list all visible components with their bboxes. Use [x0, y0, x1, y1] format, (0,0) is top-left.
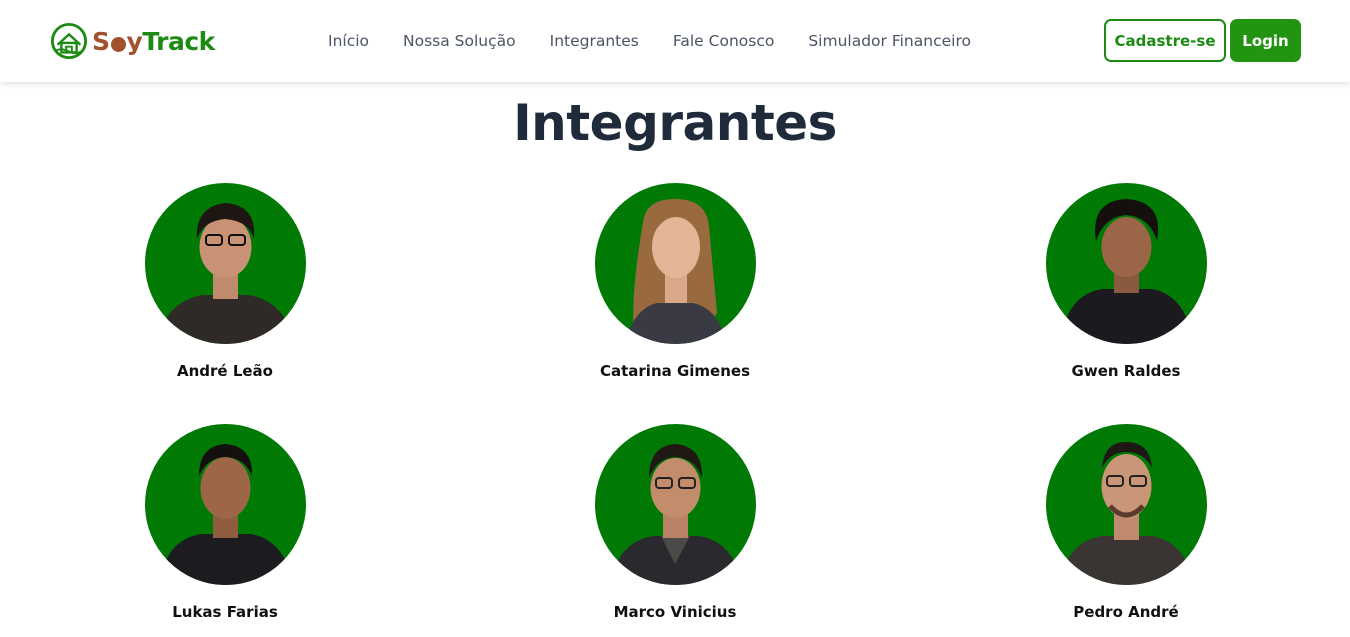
member-name: Catarina Gimenes	[599, 362, 751, 380]
member-card: Lukas Farias	[75, 424, 375, 621]
member-name: Lukas Farias	[172, 603, 278, 621]
member-card: Gwen Raldes	[976, 183, 1276, 380]
member-photo	[1045, 183, 1207, 344]
brand-name: S y Track	[92, 27, 215, 56]
member-photo	[144, 424, 306, 585]
member-card: Pedro André	[976, 424, 1276, 621]
farm-globe-icon	[50, 22, 88, 60]
nav-link-nossa-solucao[interactable]: Nossa Solução	[403, 32, 516, 50]
main-nav: Início Nossa Solução Integrantes Fale Co…	[318, 0, 988, 82]
nav-link-integrantes[interactable]: Integrantes	[550, 32, 639, 50]
brand-name-soy-y: y	[126, 26, 143, 56]
member-photo	[594, 424, 756, 585]
member-name: Gwen Raldes	[1071, 362, 1181, 380]
login-button[interactable]: Login	[1230, 19, 1301, 62]
page-title: Integrantes	[513, 94, 837, 152]
member-card: Marco Vinicius	[525, 424, 825, 621]
member-photo	[594, 183, 756, 344]
member-card: André Leão	[75, 183, 375, 380]
logo[interactable]: S y Track	[50, 20, 215, 62]
member-name: Pedro André	[1073, 603, 1179, 621]
soybean-icon	[110, 36, 126, 52]
member-photo	[1045, 424, 1207, 585]
member-name: André Leão	[177, 362, 273, 380]
nav-link-fale-conosco[interactable]: Fale Conosco	[673, 32, 774, 50]
nav-link-inicio[interactable]: Início	[328, 32, 369, 50]
nav-link-simulador-financeiro[interactable]: Simulador Financeiro	[808, 32, 971, 50]
member-photo	[144, 183, 306, 344]
member-card: Catarina Gimenes	[525, 183, 825, 380]
brand-name-track: Track	[142, 26, 215, 56]
member-name: Marco Vinicius	[613, 603, 737, 621]
navbar: S y Track Início Nossa Solução Integrant…	[0, 0, 1350, 82]
brand-name-soy-s: S	[92, 26, 110, 56]
register-button[interactable]: Cadastre-se	[1104, 19, 1226, 62]
